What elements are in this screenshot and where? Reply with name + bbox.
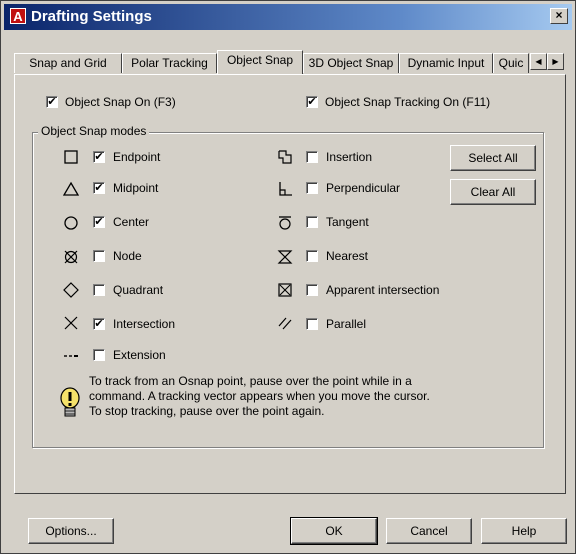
- tracking-tip: To track from an Osnap point, pause over…: [89, 374, 509, 419]
- nearest-label: Nearest: [326, 249, 369, 263]
- tab-quick-properties[interactable]: Quic: [493, 53, 529, 73]
- parallel-icon: [278, 317, 292, 330]
- quadrant-icon: [63, 282, 79, 298]
- perpendicular-label: Perpendicular: [326, 181, 401, 195]
- apparent-intersection-label: Apparent intersection: [326, 283, 440, 297]
- midpoint-icon: [63, 181, 79, 196]
- extension-checkbox[interactable]: [93, 349, 105, 361]
- options-button[interactable]: Options...: [28, 518, 114, 544]
- object-snap-on-label: Object Snap On (F3): [65, 95, 176, 109]
- extension-label: Extension: [113, 348, 166, 362]
- lightbulb-icon: [60, 387, 80, 417]
- node-checkbox[interactable]: [93, 250, 105, 262]
- tab-polar-tracking[interactable]: Polar Tracking: [122, 53, 217, 73]
- tab-scroll-right-button[interactable]: ▶: [547, 53, 564, 70]
- insertion-icon: [278, 150, 292, 164]
- apparent-intersection-checkbox[interactable]: [306, 284, 318, 296]
- parallel-checkbox[interactable]: [306, 318, 318, 330]
- tip-line-3: To stop tracking, pause over the point a…: [89, 404, 325, 418]
- intersection-icon: [64, 316, 78, 330]
- midpoint-label: Midpoint: [113, 181, 159, 195]
- tangent-icon: [279, 216, 291, 230]
- object-snap-tracking-label: Object Snap Tracking On (F11): [325, 95, 491, 109]
- close-button[interactable]: ×: [550, 8, 568, 24]
- object-snap-modes-title: Object Snap modes: [38, 124, 150, 138]
- center-icon: [64, 216, 78, 230]
- quadrant-label: Quadrant: [113, 283, 164, 297]
- apparent-intersection-icon: [278, 283, 292, 297]
- intersection-checkbox[interactable]: ✔: [93, 318, 105, 330]
- nearest-checkbox[interactable]: [306, 250, 318, 262]
- midpoint-checkbox[interactable]: ✔: [93, 182, 105, 194]
- insertion-checkbox[interactable]: [306, 151, 318, 163]
- center-checkbox[interactable]: ✔: [93, 216, 105, 228]
- endpoint-icon: [64, 150, 78, 164]
- tangent-label: Tangent: [326, 215, 369, 229]
- extension-icon: [64, 355, 78, 357]
- tab-scroll-left-button[interactable]: ◀: [530, 53, 547, 70]
- object-snap-tracking-checkbox[interactable]: ✔: [306, 96, 318, 108]
- perpendicular-checkbox[interactable]: [306, 182, 318, 194]
- tab-object-snap[interactable]: Object Snap: [217, 50, 303, 74]
- center-label: Center: [113, 215, 150, 229]
- endpoint-label: Endpoint: [113, 150, 161, 164]
- intersection-label: Intersection: [113, 317, 176, 331]
- tab-snap-and-grid[interactable]: Snap and Grid: [14, 53, 122, 73]
- object-snap-on-checkbox[interactable]: ✔: [46, 96, 58, 108]
- title-bar[interactable]: A Drafting Settings ×: [4, 4, 572, 30]
- help-button[interactable]: Help: [481, 518, 567, 544]
- insertion-label: Insertion: [326, 150, 373, 164]
- endpoint-checkbox[interactable]: ✔: [93, 151, 105, 163]
- tab-3d-object-snap[interactable]: 3D Object Snap: [303, 53, 399, 73]
- node-label: Node: [113, 249, 142, 263]
- clear-all-button[interactable]: Clear All: [450, 179, 536, 205]
- tip-line-1: To track from an Osnap point, pause over…: [89, 374, 412, 388]
- tangent-checkbox[interactable]: [306, 216, 318, 228]
- quadrant-checkbox[interactable]: [93, 284, 105, 296]
- tip-line-2: command. A tracking vector appears when …: [89, 389, 430, 403]
- ok-button[interactable]: OK: [290, 517, 378, 545]
- tab-dynamic-input[interactable]: Dynamic Input: [399, 53, 493, 73]
- window-title: Drafting Settings: [31, 8, 152, 25]
- drafting-settings-dialog: A Drafting Settings × Snap and Grid Pola…: [0, 0, 576, 554]
- node-icon: [64, 250, 78, 264]
- perpendicular-icon: [279, 182, 292, 196]
- cancel-button[interactable]: Cancel: [386, 518, 472, 544]
- select-all-button[interactable]: Select All: [450, 145, 536, 171]
- nearest-icon: [277, 250, 293, 264]
- parallel-label: Parallel: [326, 317, 367, 331]
- autocad-app-icon: A: [10, 8, 26, 24]
